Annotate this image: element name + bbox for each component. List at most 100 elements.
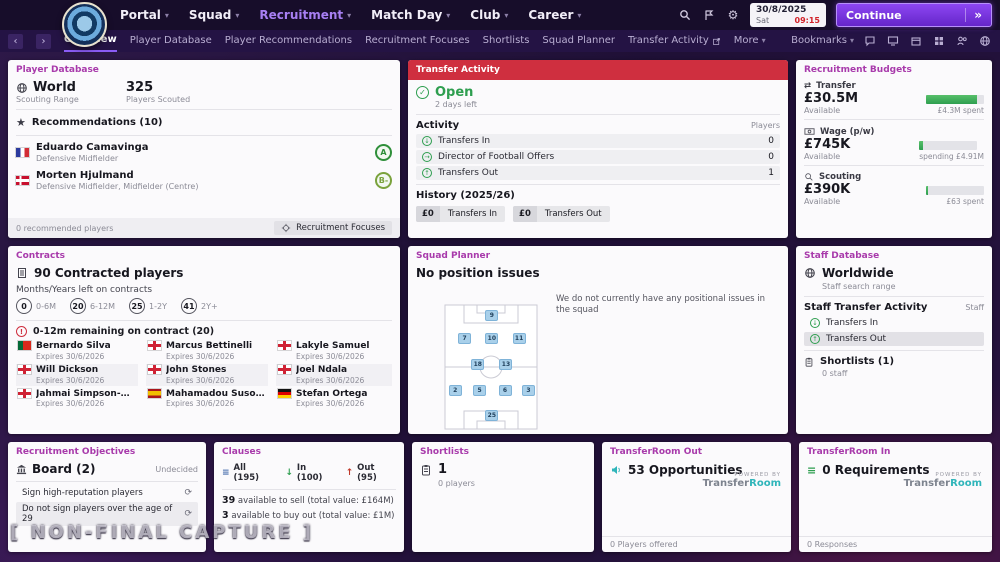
search-icon[interactable] xyxy=(678,8,692,22)
nation-flag xyxy=(18,389,31,398)
filter-out[interactable]: ↑Out (95) xyxy=(346,463,396,483)
divider xyxy=(804,296,984,297)
document-icon xyxy=(16,267,28,279)
board-icon xyxy=(16,464,27,475)
tab-player-recommendations[interactable]: Player Recommendations xyxy=(225,31,352,51)
menu-club[interactable]: Club▾ xyxy=(470,8,508,22)
recruitment-focuses-button[interactable]: Recruitment Focuses xyxy=(274,221,392,235)
contract-player[interactable]: Jahmai Simpson-PuseyExpires 30/6/2026 xyxy=(16,388,138,410)
staff-transfers-in-row[interactable]: ↓ Transfers In xyxy=(804,316,984,330)
users-icon[interactable] xyxy=(955,34,969,48)
player-shirt[interactable]: 7 xyxy=(458,333,471,344)
player-shirt[interactable]: 5 xyxy=(473,385,486,396)
player-shirt[interactable]: 18 xyxy=(471,359,484,370)
history-transfers-in-button[interactable]: £0 Transfers In xyxy=(416,206,505,222)
contract-player[interactable]: Bernardo SilvaExpires 30/6/2026 xyxy=(16,340,138,362)
shortlist-count-row[interactable]: 1 xyxy=(412,460,594,479)
bucket-6-12m[interactable]: 206-12M xyxy=(70,298,115,314)
player-shirt[interactable]: 10 xyxy=(485,333,498,344)
divider xyxy=(16,135,392,136)
gear-icon[interactable]: ⚙ xyxy=(726,8,740,22)
player-shirt[interactable]: 2 xyxy=(449,385,462,396)
contract-player[interactable]: Joel NdalaExpires 30/6/2026 xyxy=(276,364,392,386)
player-shirt[interactable]: 11 xyxy=(513,333,526,344)
contracted-players[interactable]: 90 Contracted players xyxy=(8,264,400,282)
menu-recruitment[interactable]: Recruitment▾ xyxy=(259,8,351,22)
nation-flag xyxy=(278,389,291,398)
player-shirt[interactable]: 13 xyxy=(499,359,512,370)
menu-career[interactable]: Career▾ xyxy=(528,8,581,22)
bucket-1-2y[interactable]: 251-2Y xyxy=(129,298,167,314)
contract-player[interactable]: Mahamadou SusohoExpires 30/6/2026 xyxy=(146,388,268,410)
nation-flag xyxy=(18,365,31,374)
bookmarks-menu[interactable]: Bookmarks▾ xyxy=(791,31,854,51)
player-shirt[interactable]: 3 xyxy=(522,385,535,396)
scouting-budget[interactable]: Scouting £390K Available £63 spent xyxy=(796,169,992,207)
history-transfers-out-button[interactable]: £0 Transfers Out xyxy=(513,206,610,222)
recommended-player-row[interactable]: Morten Hjulmand Defensive Midfielder, Mi… xyxy=(8,167,400,195)
transferroom-logo: POWERED BY TransferRoom xyxy=(703,472,781,489)
wage-budget[interactable]: Wage (p/w) £745K Available spending £4.9… xyxy=(796,123,992,162)
all-clauses-icon: ≡ xyxy=(222,468,230,478)
contract-player[interactable]: Marcus BettinelliExpires 30/6/2026 xyxy=(146,340,268,362)
tab-transfer-activity[interactable]: Transfer Activity xyxy=(628,31,721,51)
tab-more[interactable]: More▾ xyxy=(734,31,766,51)
star-icon: ★ xyxy=(16,116,26,129)
menu-match-day[interactable]: Match Day▾ xyxy=(371,8,450,22)
bottom-card-row: Recruitment Objectives Board (2) Undecid… xyxy=(8,442,992,552)
menu-squad[interactable]: Squad▾ xyxy=(189,8,239,22)
clauses-out-icon: ↑ xyxy=(346,468,354,478)
card-title: Staff Database xyxy=(796,246,992,264)
package-icon[interactable] xyxy=(909,34,923,48)
recommended-player-row[interactable]: Eduardo Camavinga Defensive Midfielder A xyxy=(8,139,400,167)
scouted-count: 325 xyxy=(126,80,236,95)
forward-button[interactable]: › xyxy=(36,34,51,49)
external-link-icon xyxy=(712,37,721,46)
transfer-out-icon: ↑ xyxy=(810,334,820,344)
card-title: Transfer Activity xyxy=(408,60,788,80)
flag-icon[interactable] xyxy=(702,8,716,22)
nation-flag xyxy=(148,341,161,350)
squad-planner-card: Squad Planner No position issues 9 7 10 … xyxy=(408,246,788,434)
player-shirt[interactable]: 9 xyxy=(485,310,498,321)
nation-flag xyxy=(18,341,31,350)
tab-shortlists[interactable]: Shortlists xyxy=(483,31,530,51)
continue-button[interactable]: Continue » xyxy=(836,3,992,27)
contract-player[interactable]: John StonesExpires 30/6/2026 xyxy=(146,364,268,386)
transfers-in-row[interactable]: ↓ Transfers In 0 xyxy=(416,134,780,148)
recommendations-header[interactable]: ★ Recommendations (10) xyxy=(8,113,400,132)
filter-in[interactable]: ↓In (100) xyxy=(285,463,333,483)
contract-player[interactable]: Will DicksonExpires 30/6/2026 xyxy=(16,364,138,386)
globe-icon[interactable] xyxy=(978,34,992,48)
bucket-2y-plus[interactable]: 412Y+ xyxy=(181,298,218,314)
staff-transfers-out-row[interactable]: ↑ Transfers Out xyxy=(804,332,984,346)
monitor-icon[interactable] xyxy=(886,34,900,48)
menu-career-label: Career xyxy=(528,8,573,22)
grid-icon[interactable] xyxy=(932,34,946,48)
contract-player[interactable]: Stefan OrtegaExpires 30/6/2026 xyxy=(276,388,392,410)
filter-all[interactable]: ≡All (195) xyxy=(222,463,273,483)
dof-offers-row[interactable]: → Director of Football Offers 0 xyxy=(416,150,780,164)
club-crest[interactable] xyxy=(62,2,107,47)
menu-portal[interactable]: Portal▾ xyxy=(120,8,169,22)
game-date[interactable]: 30/8/2025 Sat09:15 xyxy=(750,3,826,27)
objective-row[interactable]: Do not sign players over the age of 29 ⟳ xyxy=(16,502,198,526)
scouting-range[interactable]: World Scouting Range xyxy=(16,80,126,104)
staff-search-range[interactable]: Worldwide xyxy=(796,264,992,282)
tab-squad-planner[interactable]: Squad Planner xyxy=(542,31,615,51)
chat-icon[interactable] xyxy=(863,34,877,48)
formation-pitch[interactable]: 9 7 10 11 18 13 2 5 6 3 25 xyxy=(444,304,538,430)
contract-player[interactable]: Lakyle SamuelExpires 30/6/2026 xyxy=(276,340,392,362)
transfers-out-row[interactable]: ↑ Transfers Out 1 xyxy=(416,166,780,180)
transfer-budget[interactable]: ⇄Transfer £30.5M Available £4.3M spent xyxy=(796,78,992,116)
bucket-0-6m[interactable]: 00-6M xyxy=(16,298,56,314)
transfer-activity-card: Transfer Activity ✓ Open 2 days left Act… xyxy=(408,60,788,238)
player-shirt[interactable]: 6 xyxy=(499,385,512,396)
staff-shortlists[interactable]: Shortlists (1) xyxy=(796,354,992,369)
tab-recruitment-focuses[interactable]: Recruitment Focuses xyxy=(365,31,470,51)
player-shirt[interactable]: 25 xyxy=(485,410,498,421)
recruitment-objectives-card: Recruitment Objectives Board (2) Undecid… xyxy=(8,442,206,552)
objective-row[interactable]: Sign high-reputation players ⟳ xyxy=(16,486,198,500)
back-button[interactable]: ‹ xyxy=(8,34,23,49)
tab-player-database[interactable]: Player Database xyxy=(130,31,212,51)
